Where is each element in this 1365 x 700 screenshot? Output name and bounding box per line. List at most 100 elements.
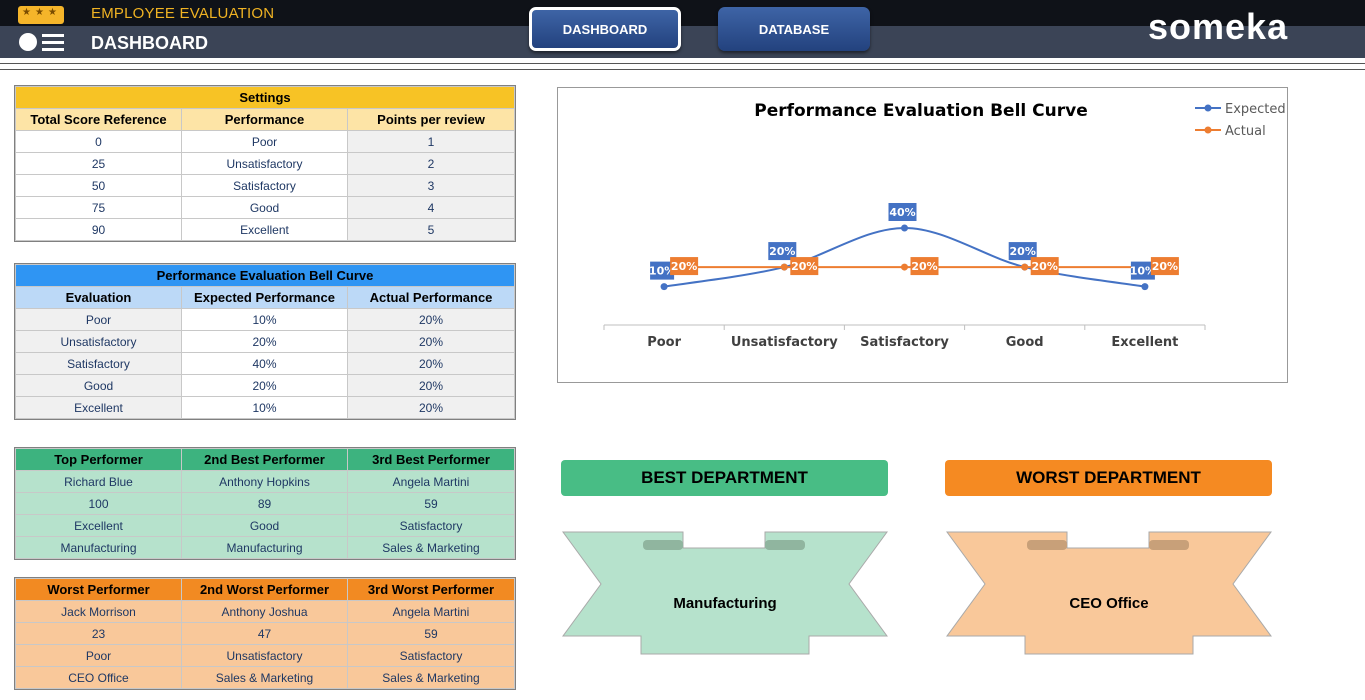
top-row-cell: Good bbox=[181, 514, 348, 537]
data-label: 20% bbox=[769, 245, 795, 258]
worst-row: Jack Morrison Anthony Joshua Angela Martin… bbox=[15, 600, 515, 623]
dashboard-nav-button[interactable]: DASHBOARD bbox=[529, 7, 681, 51]
settings-row-cell: Satisfactory bbox=[181, 174, 348, 197]
top-row-cell: Sales & Marketing bbox=[347, 536, 515, 559]
top-row-cell: Richard Blue bbox=[15, 470, 182, 493]
chart-canvas: Performance Evaluation Bell Curve Poor Uns… bbox=[603, 101, 1286, 350]
page-title: DASHBOARD bbox=[91, 33, 208, 53]
bell-row-cell: 20% bbox=[346, 396, 516, 419]
bell-row: Satisfactory 40% 20% bbox=[15, 352, 516, 375]
data-point bbox=[901, 224, 908, 232]
settings-row-cell: Good bbox=[181, 196, 348, 219]
top-row: Manufacturing Manufacturing Sales & Market… bbox=[15, 536, 515, 559]
bell-row-cell: 20% bbox=[346, 330, 516, 353]
bell-col-header: Expected Performance bbox=[181, 286, 348, 309]
settings-row-cell: Unsatisfactory bbox=[181, 152, 348, 175]
x-tick-label: Satisfactory bbox=[860, 335, 949, 350]
data-point bbox=[780, 263, 788, 271]
settings-row-cell: 50 bbox=[15, 174, 182, 197]
settings-row-cell: 4 bbox=[347, 196, 515, 219]
bell-curve-table: Performance Evaluation Bell Curve Evalua… bbox=[13, 263, 517, 420]
settings-row-cell: 1 bbox=[347, 130, 515, 153]
top-row: 100 89 59 bbox=[15, 492, 515, 515]
settings-col-header: Points per review bbox=[347, 108, 515, 131]
best-department-header: BEST DEPARTMENT bbox=[561, 460, 888, 496]
bell-curve-chart: Performance Evaluation Bell Curve Poor Uns… bbox=[557, 87, 1288, 383]
settings-row-cell: 3 bbox=[347, 174, 515, 197]
worst-col-header: 3rd Worst Performer bbox=[347, 578, 515, 601]
brand-logo: someka bbox=[1148, 6, 1289, 47]
worst-department-name: CEO Office bbox=[1069, 595, 1149, 612]
bell-row-cell: Satisfactory bbox=[15, 352, 182, 375]
bell-row-cell: 10% bbox=[181, 396, 348, 419]
worst-row-cell: 23 bbox=[15, 622, 182, 645]
data-point bbox=[1021, 263, 1029, 271]
top-row: Excellent Good Satisfactory bbox=[15, 514, 515, 537]
bell-row-cell: Unsatisfactory bbox=[15, 330, 182, 353]
data-label: 20% bbox=[1010, 245, 1036, 258]
data-label: 20% bbox=[1032, 260, 1058, 273]
bell-col-header: Evaluation bbox=[15, 286, 182, 309]
worst-row: CEO Office Sales & Marketing Sales & Marke… bbox=[15, 666, 515, 689]
data-label: 20% bbox=[911, 260, 937, 273]
data-point bbox=[660, 283, 668, 291]
best-department-ribbon bbox=[562, 531, 888, 655]
bell-row: Good 20% 20% bbox=[15, 374, 516, 397]
worst-row: 23 47 59 bbox=[15, 622, 515, 645]
top-row-cell: Manufacturing bbox=[15, 536, 182, 559]
menu-icon[interactable] bbox=[18, 32, 66, 52]
bell-row: Excellent 10% 20% bbox=[15, 396, 516, 419]
legend-label: Actual bbox=[1225, 124, 1266, 139]
data-label: 20% bbox=[1152, 260, 1178, 273]
settings-row-cell: Poor bbox=[181, 130, 348, 153]
worst-row-cell: Jack Morrison bbox=[15, 600, 182, 623]
data-label: 40% bbox=[889, 206, 915, 219]
top-row-cell: 89 bbox=[181, 492, 348, 515]
settings-row: 75 Good 4 bbox=[15, 196, 515, 219]
bell-row-cell: 20% bbox=[181, 330, 348, 353]
settings-row: 50 Satisfactory 3 bbox=[15, 174, 515, 197]
top-bar: ★ ★ ★ EMPLOYEE EVALUATION DASHBOARD DASHBO… bbox=[0, 0, 1365, 58]
data-label: 20% bbox=[791, 260, 817, 273]
legend-label: Expected bbox=[1225, 102, 1286, 117]
worst-col-header: 2nd Worst Performer bbox=[181, 578, 348, 601]
bell-row-cell: Poor bbox=[15, 308, 182, 331]
worst-performers-table: Worst Performer 2nd Worst Performer 3rd … bbox=[14, 577, 516, 690]
x-tick-label: Unsatisfactory bbox=[731, 335, 838, 350]
settings-title: Settings bbox=[15, 86, 515, 109]
top-row-cell: 59 bbox=[347, 492, 515, 515]
top-col-header: 3rd Best Performer bbox=[347, 448, 515, 471]
bell-row-cell: 20% bbox=[181, 374, 348, 397]
worst-department-header: WORST DEPARTMENT bbox=[945, 460, 1272, 496]
settings-row: 25 Unsatisfactory 2 bbox=[15, 152, 515, 175]
best-department-name: Manufacturing bbox=[673, 595, 777, 612]
database-nav-button[interactable]: DATABASE bbox=[718, 7, 870, 51]
worst-department-ribbon bbox=[946, 531, 1272, 655]
settings-col-header: Total Score Reference bbox=[15, 108, 182, 131]
chart-title: Performance Evaluation Bell Curve bbox=[754, 101, 1088, 121]
top-row-cell: Excellent bbox=[15, 514, 182, 537]
bell-row: Unsatisfactory 20% 20% bbox=[15, 330, 516, 353]
worst-row-cell: Angela Martini bbox=[347, 600, 515, 623]
data-point bbox=[1141, 283, 1149, 291]
top-row-cell: Manufacturing bbox=[181, 536, 348, 559]
top-performers-table: Top Performer 2nd Best Performer 3rd Bes… bbox=[14, 447, 516, 560]
legend-marker bbox=[1204, 126, 1212, 134]
worst-row-cell: Unsatisfactory bbox=[181, 644, 348, 667]
settings-row-cell: 25 bbox=[15, 152, 182, 175]
bell-row-cell: 10% bbox=[181, 308, 348, 331]
top-row-cell: 100 bbox=[15, 492, 182, 515]
top-row-cell: Angela Martini bbox=[347, 470, 515, 493]
data-label: 20% bbox=[671, 260, 697, 273]
settings-table: Settings Total Score Reference Performan… bbox=[14, 85, 516, 242]
divider bbox=[0, 63, 1365, 64]
worst-row-cell: Sales & Marketing bbox=[347, 666, 515, 689]
settings-row-cell: 0 bbox=[15, 130, 182, 153]
worst-row-cell: 59 bbox=[347, 622, 515, 645]
bell-row-cell: 20% bbox=[346, 352, 516, 375]
settings-col-header: Performance bbox=[181, 108, 348, 131]
bell-row-cell: 20% bbox=[346, 374, 516, 397]
settings-row-cell: 2 bbox=[347, 152, 515, 175]
x-tick-label: Good bbox=[1006, 335, 1044, 350]
top-row: Richard Blue Anthony Hopkins Angela Martin… bbox=[15, 470, 515, 493]
